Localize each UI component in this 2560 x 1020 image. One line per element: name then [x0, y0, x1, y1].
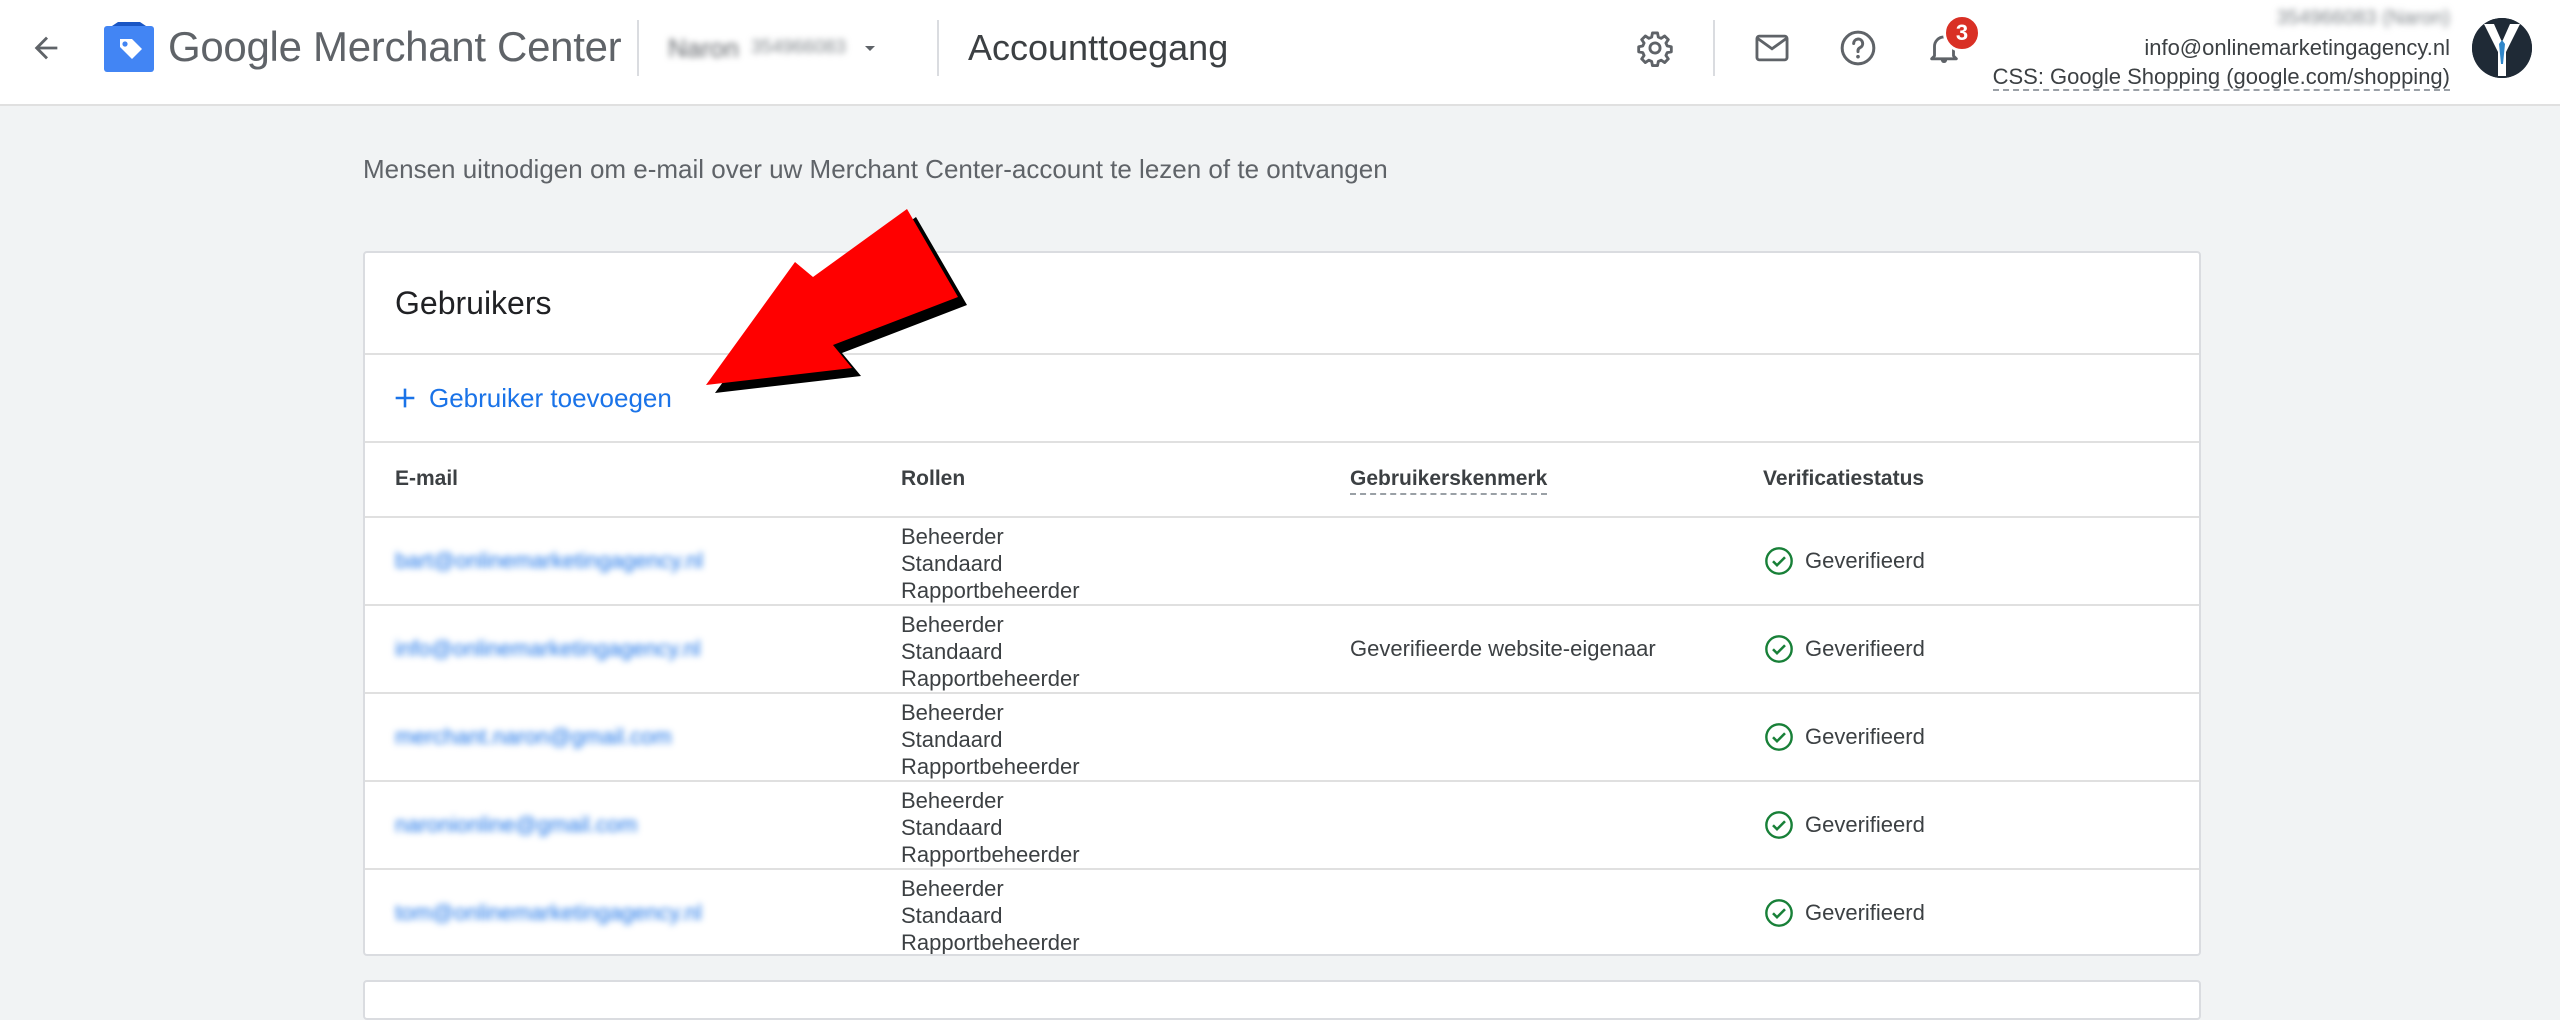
user-role: Rapportbeheerder [901, 578, 1080, 603]
account-email: info@onlinemarketingagency.nl [2144, 35, 2450, 60]
page-title: Accounttoegang [968, 27, 1229, 68]
account-id: 354966083 [750, 37, 846, 58]
account-switcher[interactable]: Naron 354966083 [668, 26, 908, 70]
verification-status: Geverifieerd [1763, 782, 1925, 868]
top-app-bar: Google Merchant Center Naron 354966083 A… [0, 0, 2560, 106]
user-attribute: Geverifieerde website-eigenaar [1350, 636, 1656, 661]
add-user-button[interactable]: Gebruiker toevoegen [391, 373, 672, 423]
add-user-label: Gebruiker toevoegen [429, 382, 672, 413]
card-title: Gebruikers [395, 285, 552, 321]
dropdown-icon [864, 46, 875, 51]
verification-status: Geverifieerd [1763, 870, 1925, 954]
user-role: Beheerder [901, 700, 1004, 725]
check-circle-icon [1765, 899, 1793, 927]
next-card [363, 980, 2201, 1020]
account-name: Naron [668, 32, 739, 63]
avatar-logo-icon [2472, 18, 2532, 78]
gear-icon [1637, 31, 1673, 67]
user-roles: Beheerder Standaard Rapportbeheerder [901, 611, 1080, 692]
account-info: 354966083 (Naron) info@onlinemarketingag… [1890, 4, 2450, 91]
settings-button[interactable] [1631, 24, 1679, 72]
user-role: Rapportbeheerder [901, 754, 1080, 779]
check-circle-icon [1765, 635, 1793, 663]
user-roles: Beheerder Standaard Rapportbeheerder [901, 523, 1080, 604]
user-role: Standaard [901, 815, 1003, 840]
mail-icon [1755, 34, 1789, 62]
table-row: tom@onlinemarketingagency.nl Beheerder Sta… [365, 868, 2199, 955]
check-circle-icon [1765, 723, 1793, 751]
check-circle-icon [1765, 811, 1793, 839]
account-top-line: 354966083 (Naron) [2276, 7, 2450, 29]
avatar[interactable] [2472, 18, 2532, 78]
user-roles: Beheerder Standaard Rapportbeheerder [901, 875, 1080, 955]
verification-status-label: Geverifieerd [1805, 636, 1925, 661]
column-header-email: E-mail [395, 467, 459, 490]
verification-status-label: Geverifieerd [1805, 900, 1925, 925]
header-divider [1713, 20, 1715, 76]
user-role: Beheerder [901, 876, 1004, 901]
merchant-center-logo-icon [104, 22, 154, 72]
table-row: naronionline@gmail.com Beheerder Standaard… [365, 780, 2199, 868]
divider [365, 353, 2199, 355]
user-role: Beheerder [901, 788, 1004, 813]
user-roles: Beheerder Standaard Rapportbeheerder [901, 787, 1080, 868]
help-icon [1840, 30, 1876, 66]
product-brand: Google Merchant Center [168, 22, 622, 72]
verification-status-label: Geverifieerd [1805, 812, 1925, 837]
messages-button[interactable] [1748, 24, 1796, 72]
user-role: Beheerder [901, 612, 1004, 637]
users-card: Gebruikers Gebruiker toevoegen E-mail Ro… [363, 251, 2201, 956]
plus-icon [395, 388, 415, 408]
account-css[interactable]: CSS: Google Shopping (google.com/shoppin… [1992, 64, 2450, 91]
column-header-status: Verificatiestatus [1763, 467, 1925, 490]
brand-google: Google [168, 23, 302, 70]
user-role: Rapportbeheerder [901, 666, 1080, 691]
column-header-attribute[interactable]: Gebruikerskenmerk [1350, 467, 1548, 495]
user-role: Standaard [901, 903, 1003, 928]
verification-status-label: Geverifieerd [1805, 724, 1925, 749]
table-row: merchant.naron@gmail.com Beheerder Standaa… [365, 692, 2199, 780]
header-divider [937, 20, 939, 76]
check-circle-icon [1765, 547, 1793, 575]
user-email-link[interactable]: bart@onlinemarketingagency.nl [395, 518, 703, 604]
page-subtitle: Mensen uitnodigen om e-mail over uw Merc… [363, 154, 1388, 184]
verification-status: Geverifieerd [1763, 694, 1925, 780]
verification-status-label: Geverifieerd [1805, 548, 1925, 573]
table-row: info@onlinemarketingagency.nl Beheerder St… [365, 604, 2199, 692]
divider [365, 441, 2199, 443]
user-email-link[interactable]: naronionline@gmail.com [395, 782, 637, 868]
user-email-link[interactable]: merchant.naron@gmail.com [395, 694, 672, 780]
user-role: Rapportbeheerder [901, 842, 1080, 867]
arrow-back-icon [34, 36, 58, 60]
user-email-link[interactable]: tom@onlinemarketingagency.nl [395, 870, 702, 954]
user-role: Beheerder [901, 524, 1004, 549]
user-role: Standaard [901, 639, 1003, 664]
column-header-roles: Rollen [901, 467, 966, 490]
verification-status: Geverifieerd [1763, 518, 1925, 604]
user-role: Standaard [901, 727, 1003, 752]
user-role: Rapportbeheerder [901, 930, 1080, 955]
help-button[interactable] [1834, 24, 1882, 72]
user-email-link[interactable]: info@onlinemarketingagency.nl [395, 606, 701, 692]
header-divider [637, 20, 639, 76]
brand-product: Merchant Center [313, 23, 622, 70]
user-roles: Beheerder Standaard Rapportbeheerder [901, 699, 1080, 780]
verification-status: Geverifieerd [1763, 606, 1925, 692]
back-button[interactable] [22, 24, 70, 72]
table-row: bart@onlinemarketingagency.nl Beheerder St… [365, 516, 2199, 604]
user-role: Standaard [901, 551, 1003, 576]
